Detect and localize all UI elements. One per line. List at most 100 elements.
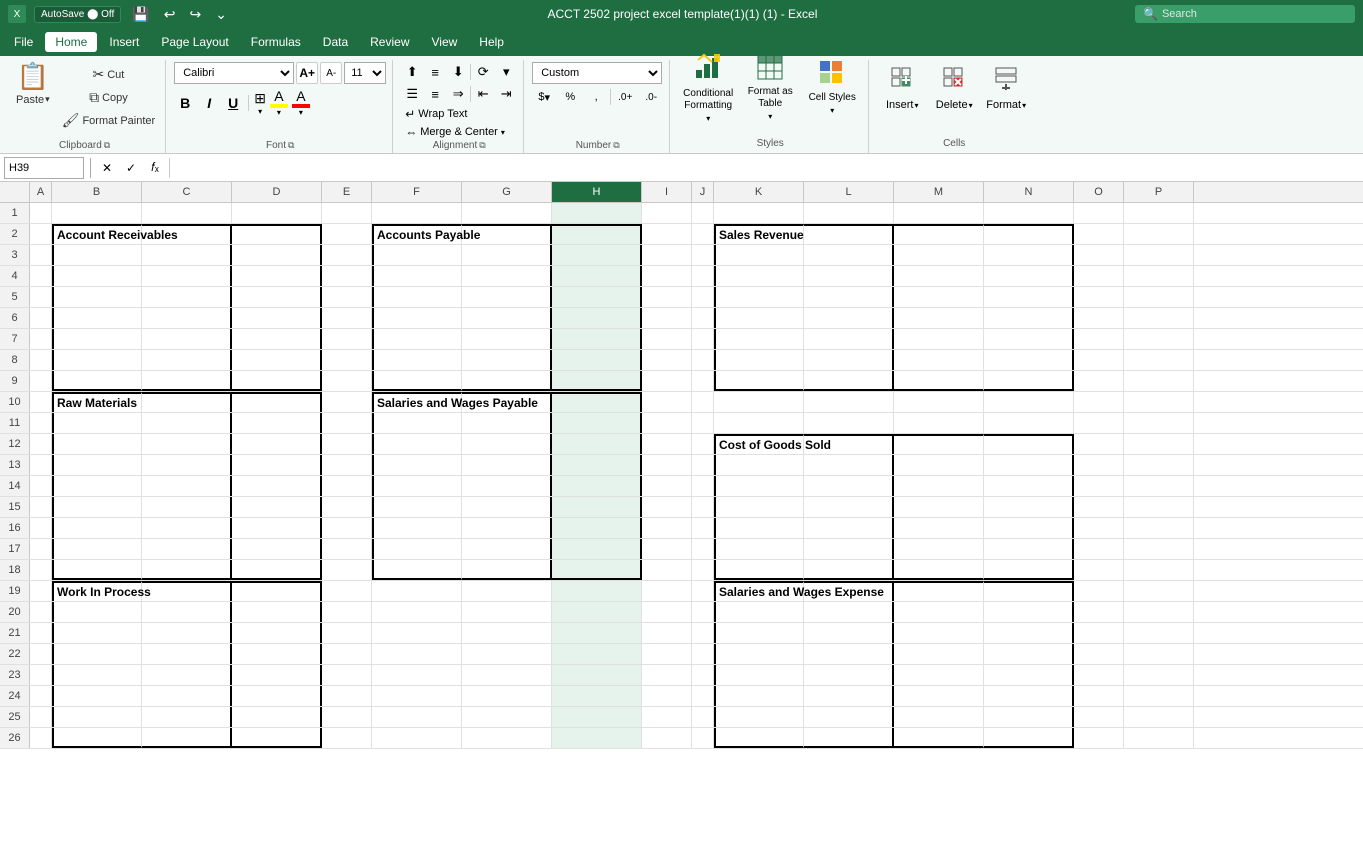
undo-button[interactable]: ↩ <box>161 6 179 23</box>
spreadsheet-cell[interactable] <box>692 413 714 433</box>
spreadsheet-cell[interactable] <box>894 245 984 265</box>
spreadsheet-cell[interactable] <box>552 329 642 349</box>
spreadsheet-cell[interactable] <box>232 623 322 643</box>
spreadsheet-cell[interactable] <box>984 329 1074 349</box>
spreadsheet-cell[interactable] <box>642 623 692 643</box>
spreadsheet-cell[interactable] <box>1074 581 1124 601</box>
spreadsheet-cell[interactable] <box>714 686 804 706</box>
spreadsheet-cell[interactable] <box>1124 329 1194 349</box>
spreadsheet-cell[interactable] <box>692 329 714 349</box>
spreadsheet-cell[interactable] <box>232 518 322 538</box>
align-top-button[interactable]: ⬆ <box>401 62 423 82</box>
spreadsheet-cell[interactable] <box>642 413 692 433</box>
spreadsheet-cell[interactable] <box>894 728 984 748</box>
spreadsheet-cell[interactable] <box>462 560 552 580</box>
spreadsheet-cell[interactable] <box>30 392 52 412</box>
spreadsheet-cell[interactable] <box>1074 728 1124 748</box>
spreadsheet-cell[interactable] <box>804 518 894 538</box>
col-header-a[interactable]: A <box>30 182 52 202</box>
spreadsheet-cell[interactable] <box>642 308 692 328</box>
spreadsheet-cell[interactable] <box>642 560 692 580</box>
spreadsheet-cell[interactable] <box>142 476 232 496</box>
spreadsheet-cell[interactable] <box>1124 287 1194 307</box>
col-header-m[interactable]: M <box>894 182 984 202</box>
spreadsheet-cell[interactable] <box>804 497 894 517</box>
spreadsheet-cell[interactable] <box>30 707 52 727</box>
spreadsheet-cell[interactable] <box>1124 350 1194 370</box>
borders-dropdown[interactable]: ▾ <box>258 107 262 116</box>
row-num-8[interactable]: 8 <box>0 350 30 370</box>
spreadsheet-cell[interactable] <box>642 434 692 454</box>
spreadsheet-cell[interactable] <box>30 203 52 223</box>
spreadsheet-cell[interactable] <box>894 707 984 727</box>
spreadsheet-cell[interactable] <box>52 644 142 664</box>
spreadsheet-cell[interactable] <box>322 371 372 391</box>
spreadsheet-cell[interactable] <box>462 623 552 643</box>
spreadsheet-cell[interactable] <box>714 266 804 286</box>
spreadsheet-cell[interactable] <box>642 392 692 412</box>
spreadsheet-cell[interactable] <box>1074 455 1124 475</box>
spreadsheet-cell[interactable] <box>462 476 552 496</box>
spreadsheet-cell[interactable] <box>372 539 462 559</box>
spreadsheet-cell[interactable] <box>894 329 984 349</box>
spreadsheet-cell[interactable] <box>1124 518 1194 538</box>
spreadsheet-cell[interactable] <box>1074 287 1124 307</box>
spreadsheet-cell[interactable] <box>322 203 372 223</box>
spreadsheet-cell[interactable] <box>714 287 804 307</box>
spreadsheet-cell[interactable] <box>52 308 142 328</box>
spreadsheet-cell[interactable] <box>984 455 1074 475</box>
col-header-e[interactable]: E <box>322 182 372 202</box>
spreadsheet-cell[interactable] <box>372 413 462 433</box>
align-middle-button[interactable]: ≡ <box>424 62 446 82</box>
spreadsheet-cell[interactable] <box>894 581 984 601</box>
spreadsheet-cell[interactable] <box>692 665 714 685</box>
spreadsheet-cell[interactable] <box>30 728 52 748</box>
spreadsheet-cell[interactable] <box>322 350 372 370</box>
align-left-button[interactable]: ☰ <box>401 84 423 104</box>
spreadsheet-cell[interactable] <box>552 287 642 307</box>
spreadsheet-cell[interactable] <box>462 602 552 622</box>
spreadsheet-cell[interactable] <box>894 287 984 307</box>
spreadsheet-cell[interactable] <box>30 308 52 328</box>
spreadsheet-cell[interactable] <box>462 329 552 349</box>
spreadsheet-cell[interactable] <box>1124 434 1194 454</box>
spreadsheet-cell[interactable] <box>552 392 642 412</box>
spreadsheet-cell[interactable] <box>322 644 372 664</box>
spreadsheet-cell[interactable] <box>642 539 692 559</box>
spreadsheet-cell[interactable] <box>232 266 322 286</box>
text-orient-arrow[interactable]: ▾ <box>495 62 517 82</box>
spreadsheet-cell[interactable] <box>232 728 322 748</box>
spreadsheet-cell[interactable] <box>30 539 52 559</box>
spreadsheet-cell[interactable] <box>232 392 322 412</box>
spreadsheet-cell[interactable] <box>52 266 142 286</box>
merge-dropdown[interactable]: ▾ <box>501 128 505 137</box>
spreadsheet-cell[interactable] <box>322 686 372 706</box>
spreadsheet-cell[interactable] <box>142 434 232 454</box>
clipboard-expand-icon[interactable]: ⧉ <box>104 140 110 151</box>
col-header-k[interactable]: K <box>714 182 804 202</box>
spreadsheet-cell[interactable] <box>322 266 372 286</box>
delete-dropdown[interactable]: ▾ <box>969 101 973 110</box>
spreadsheet-cell[interactable] <box>804 602 894 622</box>
format-as-table-button[interactable]: Format as Table ▾ <box>740 62 800 112</box>
spreadsheet-cell[interactable] <box>984 686 1074 706</box>
spreadsheet-cell[interactable] <box>1074 623 1124 643</box>
spreadsheet-cell[interactable] <box>804 455 894 475</box>
spreadsheet-cell[interactable] <box>804 350 894 370</box>
spreadsheet-cell[interactable] <box>984 392 1074 412</box>
spreadsheet-cell[interactable] <box>322 602 372 622</box>
spreadsheet-cell[interactable] <box>1124 392 1194 412</box>
spreadsheet-cell[interactable] <box>142 539 232 559</box>
spreadsheet-cell[interactable] <box>372 308 462 328</box>
menu-formulas[interactable]: Formulas <box>241 32 311 52</box>
font-color-dropdown[interactable]: ▾ <box>299 108 303 117</box>
spreadsheet-cell[interactable] <box>232 434 322 454</box>
menu-view[interactable]: View <box>422 32 468 52</box>
spreadsheet-cell[interactable] <box>1074 308 1124 328</box>
spreadsheet-cell[interactable] <box>894 266 984 286</box>
conditional-dropdown[interactable]: ▾ <box>706 114 710 123</box>
spreadsheet-cell[interactable] <box>232 665 322 685</box>
spreadsheet-cell[interactable] <box>894 455 984 475</box>
spreadsheet-cell[interactable] <box>984 434 1074 454</box>
row-num-23[interactable]: 23 <box>0 665 30 685</box>
